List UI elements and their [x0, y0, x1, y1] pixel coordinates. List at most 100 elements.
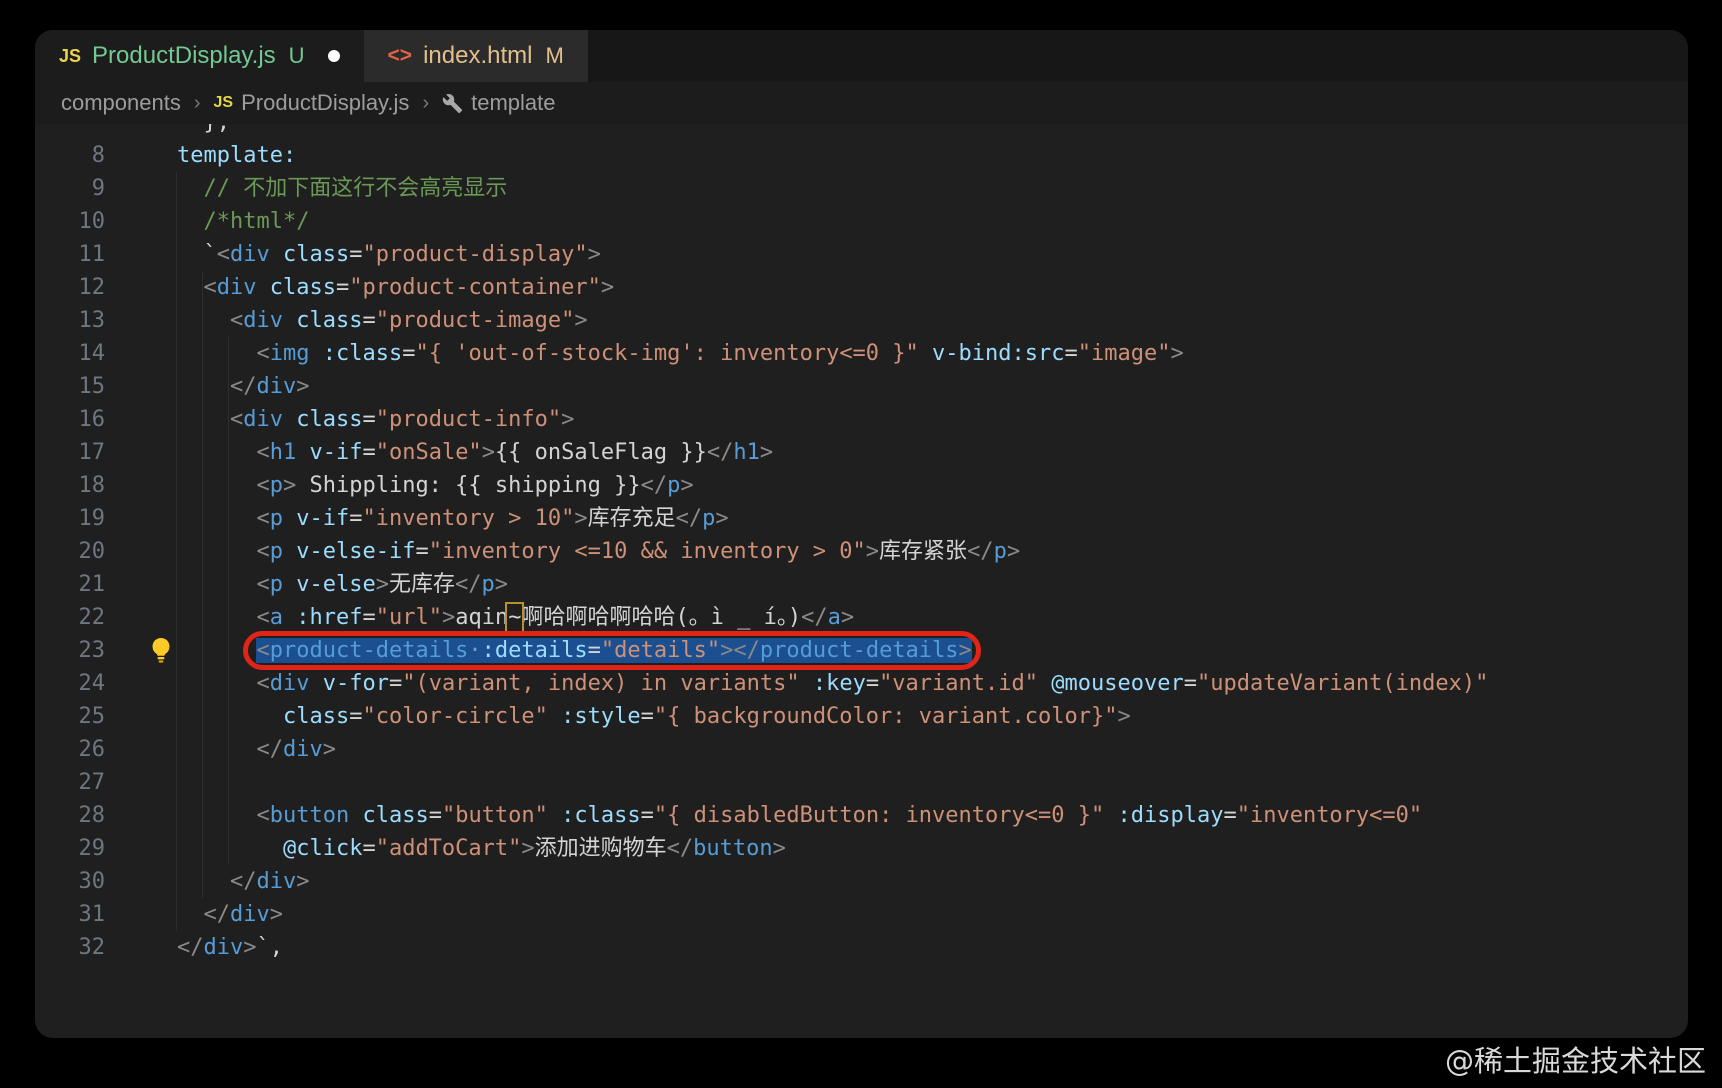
line-number[interactable]: 28	[35, 799, 106, 832]
gutter-decoration-slot	[105, 700, 177, 733]
gutter-decoration-slot	[105, 304, 177, 337]
code-line[interactable]: 21 <p v-else>无库存</p>	[35, 568, 1688, 601]
line-number[interactable]: 25	[35, 700, 106, 733]
code-line[interactable]: 11 `<div class="product-display">	[35, 238, 1688, 271]
line-number[interactable]: 13	[35, 304, 106, 337]
line-number[interactable]: 16	[35, 403, 106, 436]
code-line[interactable]: 9 // 不加下面这行不会高亮显示	[35, 172, 1688, 205]
code-line[interactable]: 28 <button class="button" :class="{ disa…	[35, 799, 1688, 832]
line-number[interactable]: 31	[35, 898, 106, 931]
tab-productdisplay-js[interactable]: JS ProductDisplay.js U	[35, 30, 364, 82]
code-line[interactable]: 22 <a :href="url">aqin~啊哈啊哈啊哈哈(。ì _ í。)<…	[35, 601, 1688, 634]
code-line[interactable]: 24 <div v-for="(variant, index) in varia…	[35, 667, 1688, 700]
selected-code[interactable]: <product-details·:details="details"></pr…	[243, 631, 981, 670]
line-number[interactable]: 21	[35, 568, 106, 601]
code-token: =	[865, 671, 880, 696]
breadcrumb: components › JS ProductDisplay.js › temp…	[35, 82, 1688, 124]
gutter-decoration-slot	[105, 667, 177, 700]
gutter-decoration-slot	[105, 931, 177, 964]
line-number[interactable]: 24	[35, 667, 106, 700]
line-number[interactable]: 29	[35, 832, 106, 865]
breadcrumb-item-template[interactable]: template	[442, 90, 556, 116]
code-token: h1	[269, 440, 297, 465]
code-line[interactable]: 13 <div class="product-image">	[35, 304, 1688, 337]
code-token: div	[256, 374, 297, 399]
gutter-decoration-slot	[105, 601, 177, 634]
line-number[interactable]: 8	[35, 139, 105, 172]
line-number[interactable]: 20	[35, 535, 106, 568]
code-line[interactable]: 29 @click="addToCart">添加进购物车</button>	[35, 832, 1688, 865]
code-token: ·	[468, 638, 482, 663]
code-token: div	[243, 407, 283, 432]
gutter-decoration-slot	[105, 337, 177, 370]
code-line[interactable]: 17 <h1 v-if="onSale">{{ onSaleFlag }}</h…	[35, 436, 1688, 469]
code-line[interactable]: 30 </div>	[35, 865, 1688, 898]
code-line[interactable]: 19 <p v-if="inventory > 10">库存充足</p>	[35, 502, 1688, 535]
line-number[interactable]: 30	[35, 865, 106, 898]
code-line[interactable]: 25 class="color-circle" :style="{ backgr…	[35, 700, 1688, 733]
line-number[interactable]: 11	[35, 238, 106, 271]
code-token: h1	[733, 440, 760, 465]
code-line[interactable]: 32 </div>`,	[35, 931, 1688, 964]
code-line[interactable]: 20 <p v-else-if="inventory <=10 && inven…	[35, 535, 1688, 568]
code-token: // 不加下面这行不会高亮显示	[203, 176, 508, 201]
line-number[interactable]: 15	[35, 370, 106, 403]
code-token: `,	[256, 935, 284, 960]
code-line[interactable]: 8 template:	[35, 139, 1688, 172]
code-token: p	[269, 473, 283, 498]
line-number[interactable]: 19	[35, 502, 106, 535]
code-token: div	[230, 242, 270, 267]
code-token: </	[640, 473, 668, 498]
line-number[interactable]: 17	[35, 436, 106, 469]
code-token: >	[243, 935, 257, 960]
unsaved-changes-dot-icon[interactable]	[327, 50, 340, 62]
code-line[interactable]: 12 <div class="product-container">	[35, 271, 1688, 304]
code-token: >	[1117, 704, 1131, 729]
code-line[interactable]: 18 <p> Shippling: {{ shipping }}</p>	[35, 469, 1688, 502]
line-number[interactable]: 14	[35, 337, 106, 370]
gutter-decoration-slot	[105, 535, 177, 568]
line-number[interactable]: 27	[35, 766, 106, 799]
line-number[interactable]: 26	[35, 733, 106, 766]
lightbulb-icon[interactable]	[149, 637, 173, 664]
code-token: <	[256, 605, 270, 630]
code-line[interactable]: 10 /*html*/	[35, 205, 1688, 238]
code-line[interactable]: 23 <product-details·:details="details"><…	[35, 631, 1688, 670]
code-lines: 8 template: 9 // 不加下面这行不会高亮显示 10 /*html*/11…	[35, 139, 1688, 964]
tab-index-html[interactable]: <> index.html M	[363, 30, 588, 82]
code-token: "details"	[600, 638, 721, 663]
code-text: /*html*/	[177, 205, 310, 238]
breadcrumb-item-components[interactable]: components	[61, 90, 181, 116]
code-editor[interactable]: }, 8template:9 // 不加下面这行不会高亮显示10 /*html*…	[35, 124, 1688, 1038]
code-line[interactable]: 31 </div>	[35, 898, 1688, 931]
code-line[interactable]: 27	[35, 766, 1688, 799]
code-token: >	[574, 506, 588, 531]
code-line[interactable]: 15 </div>	[35, 370, 1688, 403]
code-token: =	[362, 605, 376, 630]
tab-label: index.html	[423, 42, 533, 69]
line-number[interactable]: 10	[35, 205, 106, 238]
code-token: {{ onSaleFlag }}	[494, 440, 707, 465]
code-line[interactable]: 14 <img :class="{ 'out-of-stock-img': in…	[35, 337, 1688, 370]
code-token: =	[335, 275, 350, 300]
line-number[interactable]: 18	[35, 469, 106, 502]
code-line[interactable]: 26 </div>	[35, 733, 1688, 766]
code-token: </	[454, 572, 482, 597]
code-token: =	[349, 242, 363, 267]
code-token: =	[362, 308, 376, 333]
code-text: <img :class="{ 'out-of-stock-img': inven…	[177, 337, 1183, 370]
line-number[interactable]: 32	[35, 931, 106, 964]
code-line[interactable]: 16 <div class="product-info">	[35, 403, 1688, 436]
code-token: =	[1223, 803, 1237, 828]
code-token: "product-display"	[362, 242, 588, 267]
line-number[interactable]: 9	[35, 172, 105, 205]
line-number[interactable]: 12	[35, 271, 106, 304]
line-number[interactable]: 22	[35, 601, 106, 634]
code-token: template:	[177, 143, 297, 168]
line-number[interactable]: 23	[35, 634, 106, 667]
code-token: <	[256, 803, 270, 828]
breadcrumb-item-file[interactable]: JS ProductDisplay.js	[214, 90, 410, 116]
